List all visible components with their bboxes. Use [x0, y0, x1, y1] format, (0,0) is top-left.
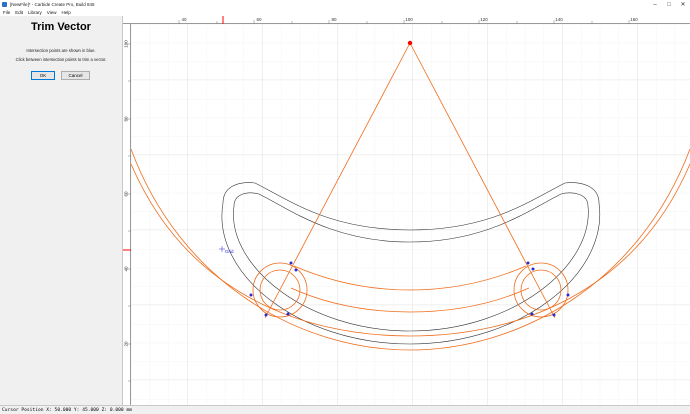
intersection-point[interactable] — [286, 312, 290, 316]
menu-library[interactable]: Library — [28, 10, 42, 15]
ruler-x-label: 40 — [181, 17, 187, 22]
intersection-point[interactable] — [566, 293, 570, 297]
ruler-y-label: 100 — [124, 40, 129, 48]
ruler-x-label: 120 — [480, 17, 488, 22]
design-canvas-drawing: Grid — [131, 24, 690, 405]
window-controls: – □ ✕ — [648, 0, 690, 9]
ruler-y-label: 40 — [124, 266, 129, 272]
intersection-point[interactable] — [294, 268, 298, 272]
menu-bar: File Edit Library View Help — [0, 9, 690, 16]
intersection-point[interactable] — [530, 312, 534, 316]
intersection-point[interactable] — [552, 313, 556, 317]
cursor-position: Cursor Position X: 50.000 Y: 45.000 Z: 0… — [2, 407, 132, 413]
selected-node-marker[interactable] — [407, 40, 413, 46]
minimize-button[interactable]: – — [648, 0, 662, 9]
intersection-point[interactable] — [526, 261, 530, 265]
panel-hint-intersections: Intersection points are shown in blue. — [26, 48, 96, 53]
panel-hint-trim: Click between intersection points to tri… — [15, 57, 107, 62]
horizontal-ruler-ticks: 40 60 80 100 120 140 160 — [178, 16, 638, 24]
cancel-button[interactable]: Cancel — [61, 71, 90, 80]
menu-edit[interactable]: Edit — [15, 10, 23, 15]
menu-file[interactable]: File — [3, 10, 10, 15]
ruler-y-label: 60 — [124, 191, 129, 197]
window-title: [NewFile]* - Carbide Create Pro, Build 8… — [10, 2, 95, 7]
trim-vector-panel: Trim Vector Intersection points are show… — [0, 16, 123, 405]
grid-cursor-label: Grid — [225, 249, 234, 254]
menu-view[interactable]: View — [47, 10, 57, 15]
intersection-point[interactable] — [289, 261, 293, 265]
horizontal-ruler: 40 60 80 100 120 140 160 — [123, 16, 690, 24]
ok-button[interactable]: OK — [31, 71, 55, 80]
vertical-ruler-ticks: 100 80 60 40 20 — [123, 40, 131, 382]
ruler-y-label: 80 — [124, 116, 129, 122]
ruler-x-label: 100 — [405, 17, 413, 22]
design-canvas[interactable]: Grid — [131, 24, 690, 405]
ruler-x-label: 160 — [630, 17, 638, 22]
major-grid — [131, 24, 690, 405]
close-button[interactable]: ✕ — [676, 0, 690, 9]
vertical-ruler: 100 80 60 40 20 — [123, 24, 131, 405]
app-icon — [2, 2, 7, 7]
status-bar: Cursor Position X: 50.000 Y: 45.000 Z: 0… — [0, 405, 690, 414]
maximize-button[interactable]: □ — [662, 0, 676, 9]
menu-help[interactable]: Help — [61, 10, 70, 15]
ruler-x-label: 60 — [256, 17, 262, 22]
ruler-y-label: 20 — [124, 341, 129, 347]
ruler-x-label: 80 — [331, 17, 337, 22]
panel-title: Trim Vector — [31, 21, 91, 33]
title-bar: [NewFile]* - Carbide Create Pro, Build 8… — [0, 0, 690, 9]
intersection-point[interactable] — [531, 267, 535, 271]
intersection-point[interactable] — [249, 293, 253, 297]
intersection-point[interactable] — [264, 313, 268, 317]
ruler-x-label: 140 — [555, 17, 563, 22]
